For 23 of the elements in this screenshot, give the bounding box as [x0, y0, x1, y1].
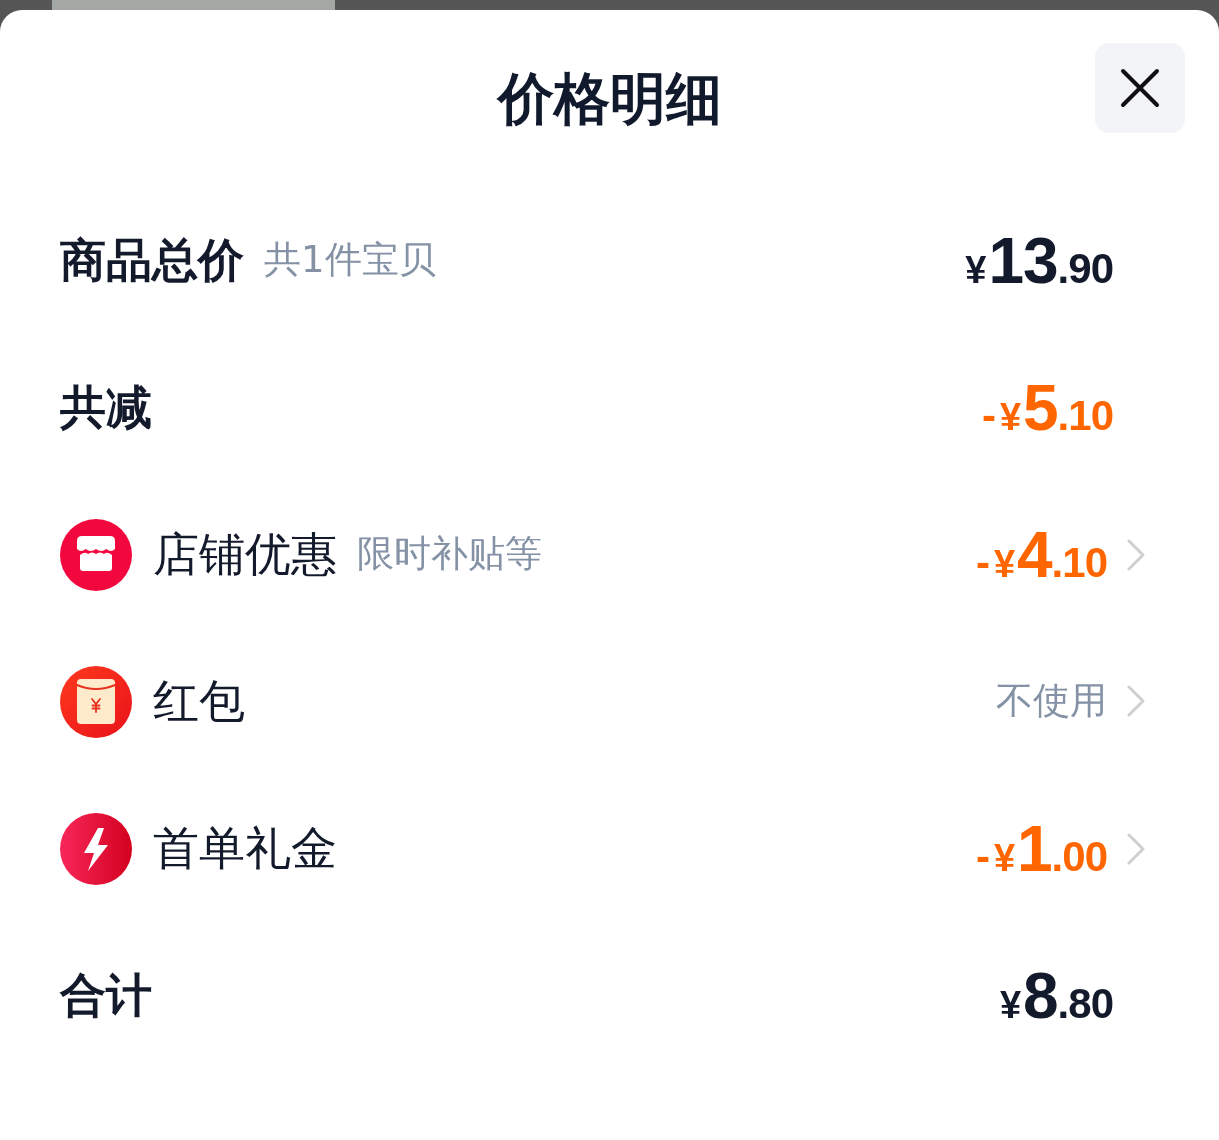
amount-text: -¥1.00: [975, 816, 1107, 881]
discount-label: 店铺优惠: [153, 526, 337, 583]
discount-label: 红包: [153, 673, 245, 730]
close-button[interactable]: [1095, 43, 1185, 133]
note-text: 共1件宝贝: [264, 238, 436, 283]
chevron-icon[interactable]: [1127, 685, 1145, 718]
summary-label: 商品总价: [60, 232, 244, 289]
chevron-icon[interactable]: [1127, 538, 1145, 571]
amount-text: ¥13.90: [965, 228, 1113, 293]
close-icon: [1120, 68, 1160, 108]
summary-label: 合计: [60, 967, 152, 1024]
envelope-icon: [60, 665, 132, 738]
shop-icon: [60, 518, 132, 591]
chevron-icon[interactable]: [1127, 832, 1145, 865]
value-text: 不使用: [996, 679, 1107, 724]
summary-label: 共减: [60, 379, 152, 436]
lightning-icon: [60, 812, 132, 885]
sheet-title: 价格明细: [497, 65, 722, 133]
amount-text: ¥8.80: [999, 963, 1113, 1028]
amount-text: -¥4.10: [975, 522, 1107, 587]
note-text: 限时补贴等: [357, 532, 542, 577]
amount-text: -¥5.10: [981, 375, 1113, 440]
discount-label: 首单礼金: [153, 820, 337, 877]
